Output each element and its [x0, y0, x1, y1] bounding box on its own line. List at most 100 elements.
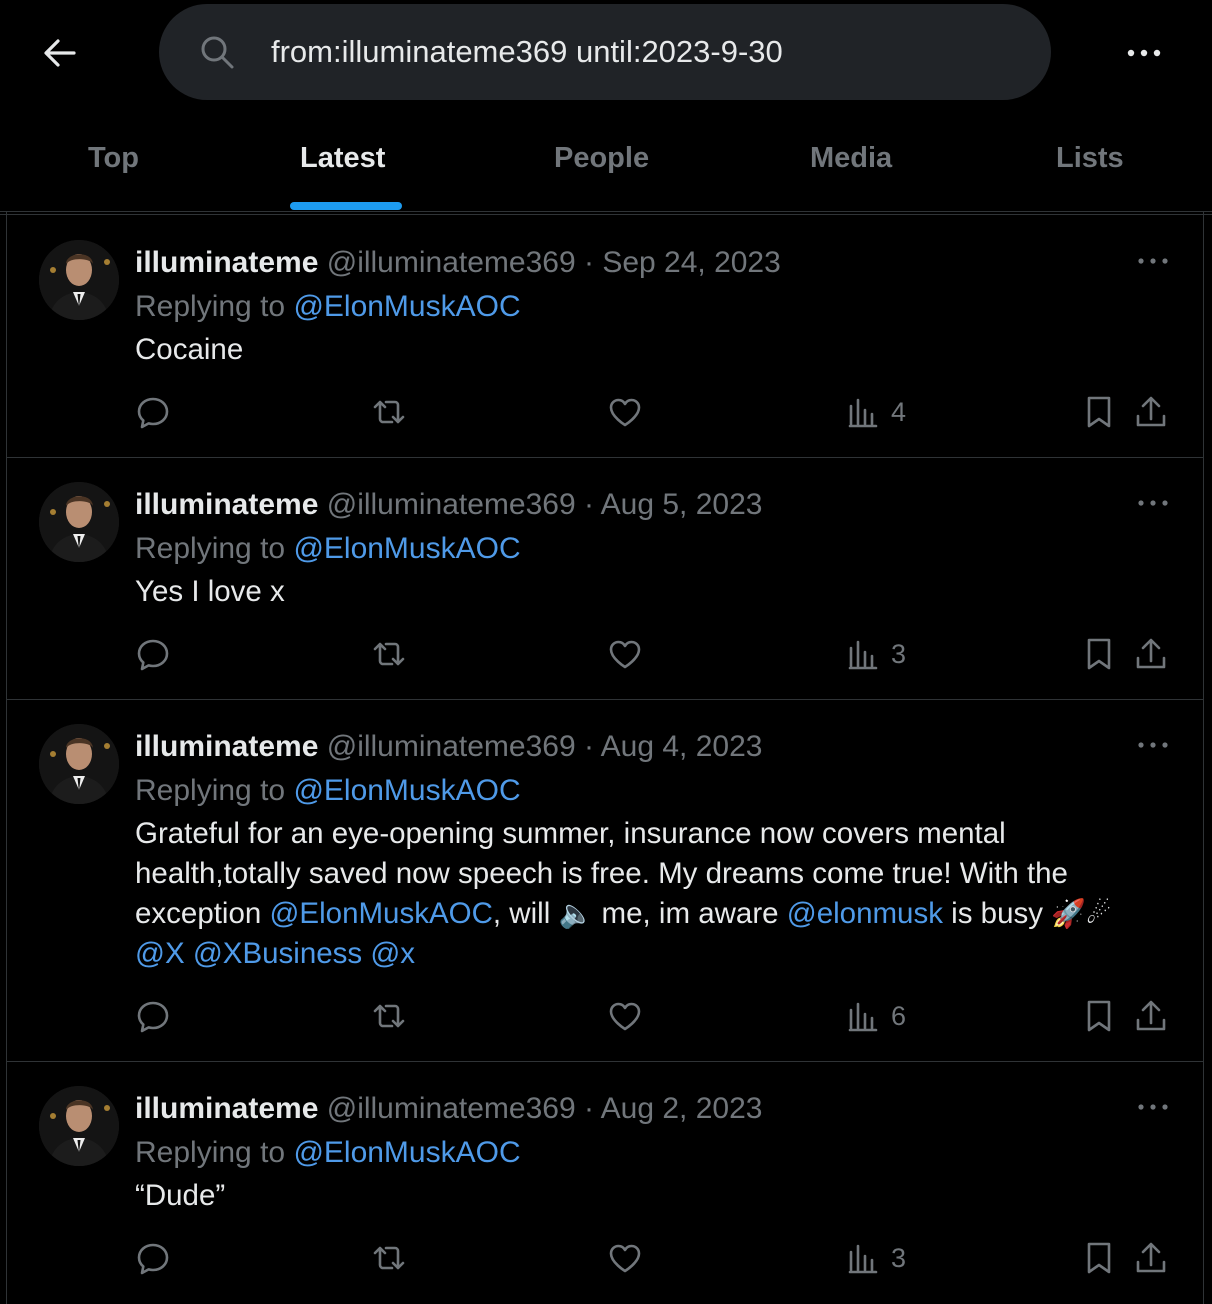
- views-button[interactable]: 3: [845, 636, 906, 672]
- retweet-button[interactable]: [371, 998, 407, 1034]
- avatar[interactable]: [39, 1086, 119, 1166]
- display-name[interactable]: illuminateme: [135, 730, 318, 763]
- separator: ·: [575, 730, 601, 763]
- avatar[interactable]: [39, 724, 119, 804]
- search-header: Top Latest People Media Lists: [0, 0, 1212, 215]
- tweet-header: illuminateme @illuminateme369 · Sep 24, …: [135, 246, 781, 280]
- views-button[interactable]: 6: [845, 998, 906, 1034]
- bookmark-icon: [1087, 1242, 1111, 1274]
- search-input[interactable]: [271, 28, 1011, 76]
- tweet-date[interactable]: Aug 4, 2023: [601, 730, 763, 763]
- retweet-icon: [373, 1004, 405, 1028]
- avatar[interactable]: [39, 482, 119, 562]
- mention-link[interactable]: @XBusiness: [193, 937, 362, 970]
- tab-lists[interactable]: Lists: [1056, 142, 1124, 175]
- tweet[interactable]: illuminateme @illuminateme369 · Aug 2, 2…: [7, 1062, 1204, 1304]
- bookmark-button[interactable]: [1081, 394, 1117, 430]
- share-button[interactable]: [1133, 636, 1169, 672]
- more-icon: [1127, 49, 1161, 57]
- tweet-actions: 6: [7, 998, 1204, 1038]
- display-name[interactable]: illuminateme: [135, 246, 318, 279]
- reply-icon: [137, 1001, 169, 1033]
- retweet-icon: [373, 400, 405, 424]
- bookmark-button[interactable]: [1081, 998, 1117, 1034]
- reply-button[interactable]: [135, 1240, 171, 1276]
- bookmark-button[interactable]: [1081, 636, 1117, 672]
- reply-icon: [137, 1243, 169, 1275]
- tab-people[interactable]: People: [554, 142, 649, 175]
- retweet-button[interactable]: [371, 636, 407, 672]
- back-button[interactable]: [36, 32, 84, 74]
- avatar-icon: [39, 482, 119, 562]
- back-arrow-icon: [44, 39, 76, 67]
- mention-link[interactable]: @ElonMuskAOC: [293, 774, 520, 807]
- like-button[interactable]: [607, 998, 643, 1034]
- rocket-comet-emoji: 🚀☄: [1051, 897, 1112, 930]
- active-tab-indicator: [290, 202, 402, 210]
- handle[interactable]: @illuminateme369: [327, 730, 576, 763]
- retweet-icon: [373, 1246, 405, 1270]
- avatar-icon: [39, 724, 119, 804]
- tab-latest[interactable]: Latest: [300, 142, 385, 175]
- tweet-header: illuminateme @illuminateme369 · Aug 5, 2…: [135, 488, 762, 522]
- tweet-header: illuminateme @illuminateme369 · Aug 4, 2…: [135, 730, 762, 764]
- avatar[interactable]: [39, 240, 119, 320]
- search-box[interactable]: [159, 4, 1051, 100]
- tweet[interactable]: illuminateme @illuminateme369 · Sep 24, …: [7, 216, 1204, 458]
- search-tabs: Top Latest People Media Lists: [0, 112, 1212, 212]
- like-button[interactable]: [607, 636, 643, 672]
- handle[interactable]: @illuminateme369: [327, 1092, 576, 1125]
- tweet-more-button[interactable]: [1133, 491, 1173, 515]
- more-options-button[interactable]: [1120, 32, 1168, 74]
- tweet-more-button[interactable]: [1133, 1095, 1173, 1119]
- tweet-date[interactable]: Aug 5, 2023: [601, 488, 763, 521]
- mention-link[interactable]: @ElonMuskAOC: [269, 897, 492, 930]
- reply-button[interactable]: [135, 394, 171, 430]
- mention-link[interactable]: @elonmusk: [787, 897, 943, 930]
- retweet-button[interactable]: [371, 394, 407, 430]
- tweet-date[interactable]: Sep 24, 2023: [602, 246, 781, 279]
- tweet-date[interactable]: Aug 2, 2023: [601, 1092, 763, 1125]
- mention-link[interactable]: @ElonMuskAOC: [293, 532, 520, 565]
- tweet-text-part: me, im aware: [593, 897, 787, 930]
- share-button[interactable]: [1133, 394, 1169, 430]
- bookmark-button[interactable]: [1081, 1240, 1117, 1276]
- views-count: 3: [891, 1242, 907, 1273]
- share-button[interactable]: [1133, 998, 1169, 1034]
- share-icon: [1136, 396, 1166, 427]
- tweet-actions: 4: [7, 394, 1204, 434]
- like-button[interactable]: [607, 1240, 643, 1276]
- handle[interactable]: @illuminateme369: [327, 488, 576, 521]
- mention-link[interactable]: @X: [135, 937, 185, 970]
- handle[interactable]: @illuminateme369: [327, 246, 576, 279]
- separator: ·: [575, 488, 601, 521]
- reply-button[interactable]: [135, 998, 171, 1034]
- views-button[interactable]: 4: [845, 394, 906, 430]
- separator: ·: [575, 246, 603, 279]
- tweet-actions: 3: [7, 636, 1204, 676]
- mention-link[interactable]: @ElonMuskAOC: [293, 290, 520, 323]
- views-button[interactable]: 3: [845, 1240, 906, 1276]
- share-button[interactable]: [1133, 1240, 1169, 1276]
- tab-media[interactable]: Media: [810, 142, 892, 175]
- tweet-actions: 3: [7, 1240, 1204, 1280]
- tweet-text: “Dude”: [135, 1179, 226, 1212]
- tweet-text: Cocaine: [135, 333, 244, 366]
- replying-to: Replying to @ElonMuskAOC: [135, 1136, 521, 1170]
- retweet-button[interactable]: [371, 1240, 407, 1276]
- tweet-more-button[interactable]: [1133, 733, 1173, 757]
- mention-link[interactable]: @ElonMuskAOC: [293, 1136, 520, 1169]
- tweet-more-button[interactable]: [1133, 249, 1173, 273]
- tweet[interactable]: illuminateme @illuminateme369 · Aug 5, 2…: [7, 458, 1204, 700]
- separator: ·: [575, 1092, 601, 1125]
- display-name[interactable]: illuminateme: [135, 1092, 318, 1125]
- tweet[interactable]: illuminateme @illuminateme369 · Aug 4, 2…: [7, 700, 1204, 1062]
- like-button[interactable]: [607, 394, 643, 430]
- display-name[interactable]: illuminateme: [135, 488, 318, 521]
- avatar-icon: [39, 240, 119, 320]
- tab-top[interactable]: Top: [88, 142, 139, 175]
- replying-to-label: Replying to: [135, 532, 294, 565]
- mention-link[interactable]: @x: [370, 937, 415, 970]
- replying-to-label: Replying to: [135, 1136, 294, 1169]
- reply-button[interactable]: [135, 636, 171, 672]
